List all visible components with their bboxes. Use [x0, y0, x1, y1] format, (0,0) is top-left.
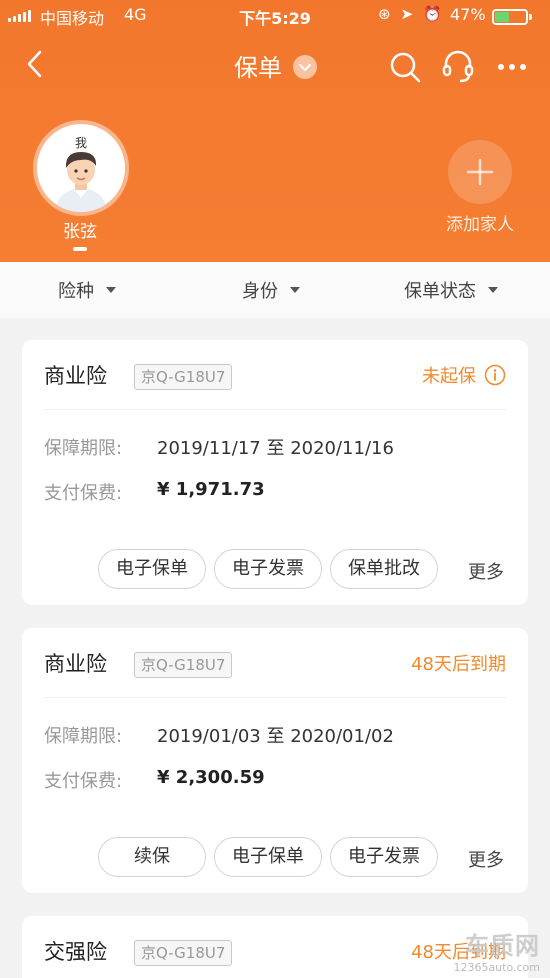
policy-status: 48天后到期: [411, 650, 506, 676]
battery-icon: [492, 9, 528, 25]
back-button[interactable]: [20, 46, 56, 82]
status-text: 未起保: [422, 366, 476, 387]
info-icon: [484, 364, 506, 386]
e-invoice-button[interactable]: 电子发票: [330, 837, 438, 877]
premium-value: ¥ 1,971.73: [157, 479, 265, 500]
premium-label: 支付保费:: [44, 483, 123, 504]
policy-card[interactable]: 交强险 京Q-G18U7 48天后到期: [22, 916, 528, 978]
filter-bar: 险种 身份 保单状态: [0, 262, 550, 318]
watermark-logo: 车质网: [465, 932, 540, 960]
filter-identity[interactable]: 身份: [242, 262, 300, 318]
more-dots-icon: [498, 64, 526, 70]
period-value: 2019/11/17 至 2020/11/16: [157, 438, 394, 459]
page-title[interactable]: 保单: [234, 48, 282, 83]
plate-tag: 京Q-G18U7: [134, 364, 233, 390]
more-menu-button[interactable]: [494, 50, 530, 84]
search-icon: [390, 52, 421, 83]
customer-service-button[interactable]: [440, 50, 476, 84]
filter-insurance-type[interactable]: 险种: [58, 262, 116, 318]
search-button[interactable]: [388, 50, 422, 84]
policy-card[interactable]: 商业险 京Q-G18U7 未起保 保障期限: 2019/11/17 至 2020…: [22, 340, 528, 605]
caret-down-icon: [488, 287, 498, 293]
filter-label: 保单状态: [404, 281, 476, 302]
battery-percent: 47%: [450, 5, 486, 24]
policy-status[interactable]: 未起保: [422, 362, 506, 388]
selected-indicator: [73, 247, 87, 251]
plate-tag: 京Q-G18U7: [134, 652, 233, 678]
alarm-icon: ⏰: [423, 5, 442, 23]
status-bar: 中国移动 4G 下午5:29 ⊛ ➤ ⏰ 47%: [0, 0, 550, 32]
member-badge: 我: [74, 136, 87, 150]
divider: [44, 697, 506, 698]
premium-label: 支付保费:: [44, 771, 123, 792]
policy-card[interactable]: 商业险 京Q-G18U7 48天后到期 保障期限: 2019/01/03 至 2…: [22, 628, 528, 893]
rotation-lock-icon: ⊛: [378, 5, 391, 23]
chevron-left-icon: [27, 50, 42, 78]
caret-down-icon: [106, 287, 116, 293]
plus-icon: [466, 158, 494, 186]
member-name[interactable]: 张弦: [30, 217, 130, 242]
location-icon: ➤: [400, 5, 414, 23]
premium-value: ¥ 2,300.59: [157, 767, 265, 788]
add-member-label[interactable]: 添加家人: [430, 210, 530, 235]
policy-endorsement-button[interactable]: 保单批改: [330, 549, 438, 589]
e-invoice-button[interactable]: 电子发票: [214, 549, 322, 589]
policy-type: 交强险: [44, 940, 107, 964]
renew-button[interactable]: 续保: [98, 837, 206, 877]
more-link[interactable]: 更多: [468, 558, 504, 584]
filter-policy-status[interactable]: 保单状态: [404, 262, 498, 318]
caret-down-icon: [290, 287, 300, 293]
period-label: 保障期限:: [44, 726, 123, 747]
add-member-button[interactable]: [448, 140, 512, 204]
plate-tag: 京Q-G18U7: [134, 940, 233, 966]
filter-label: 险种: [58, 281, 94, 302]
e-policy-button[interactable]: 电子保单: [214, 837, 322, 877]
policy-type: 商业险: [44, 652, 107, 676]
e-policy-button[interactable]: 电子保单: [98, 549, 206, 589]
policy-type: 商业险: [44, 364, 107, 388]
status-text: 48天后到期: [411, 654, 506, 675]
period-label: 保障期限:: [44, 438, 123, 459]
headset-icon: [442, 50, 474, 83]
more-link[interactable]: 更多: [468, 846, 504, 872]
filter-label: 身份: [242, 281, 278, 302]
divider: [44, 409, 506, 410]
period-value: 2019/01/03 至 2020/01/02: [157, 726, 394, 747]
watermark: 车质网 12365auto.com: [453, 926, 540, 974]
chevron-down-icon: [299, 64, 311, 71]
member-avatar[interactable]: 我: [33, 120, 129, 216]
watermark-url: 12365auto.com: [453, 961, 540, 974]
title-dropdown-button[interactable]: [293, 55, 317, 79]
header: 中国移动 4G 下午5:29 ⊛ ➤ ⏰ 47% 保单 我 张弦 添加家人: [0, 0, 550, 262]
